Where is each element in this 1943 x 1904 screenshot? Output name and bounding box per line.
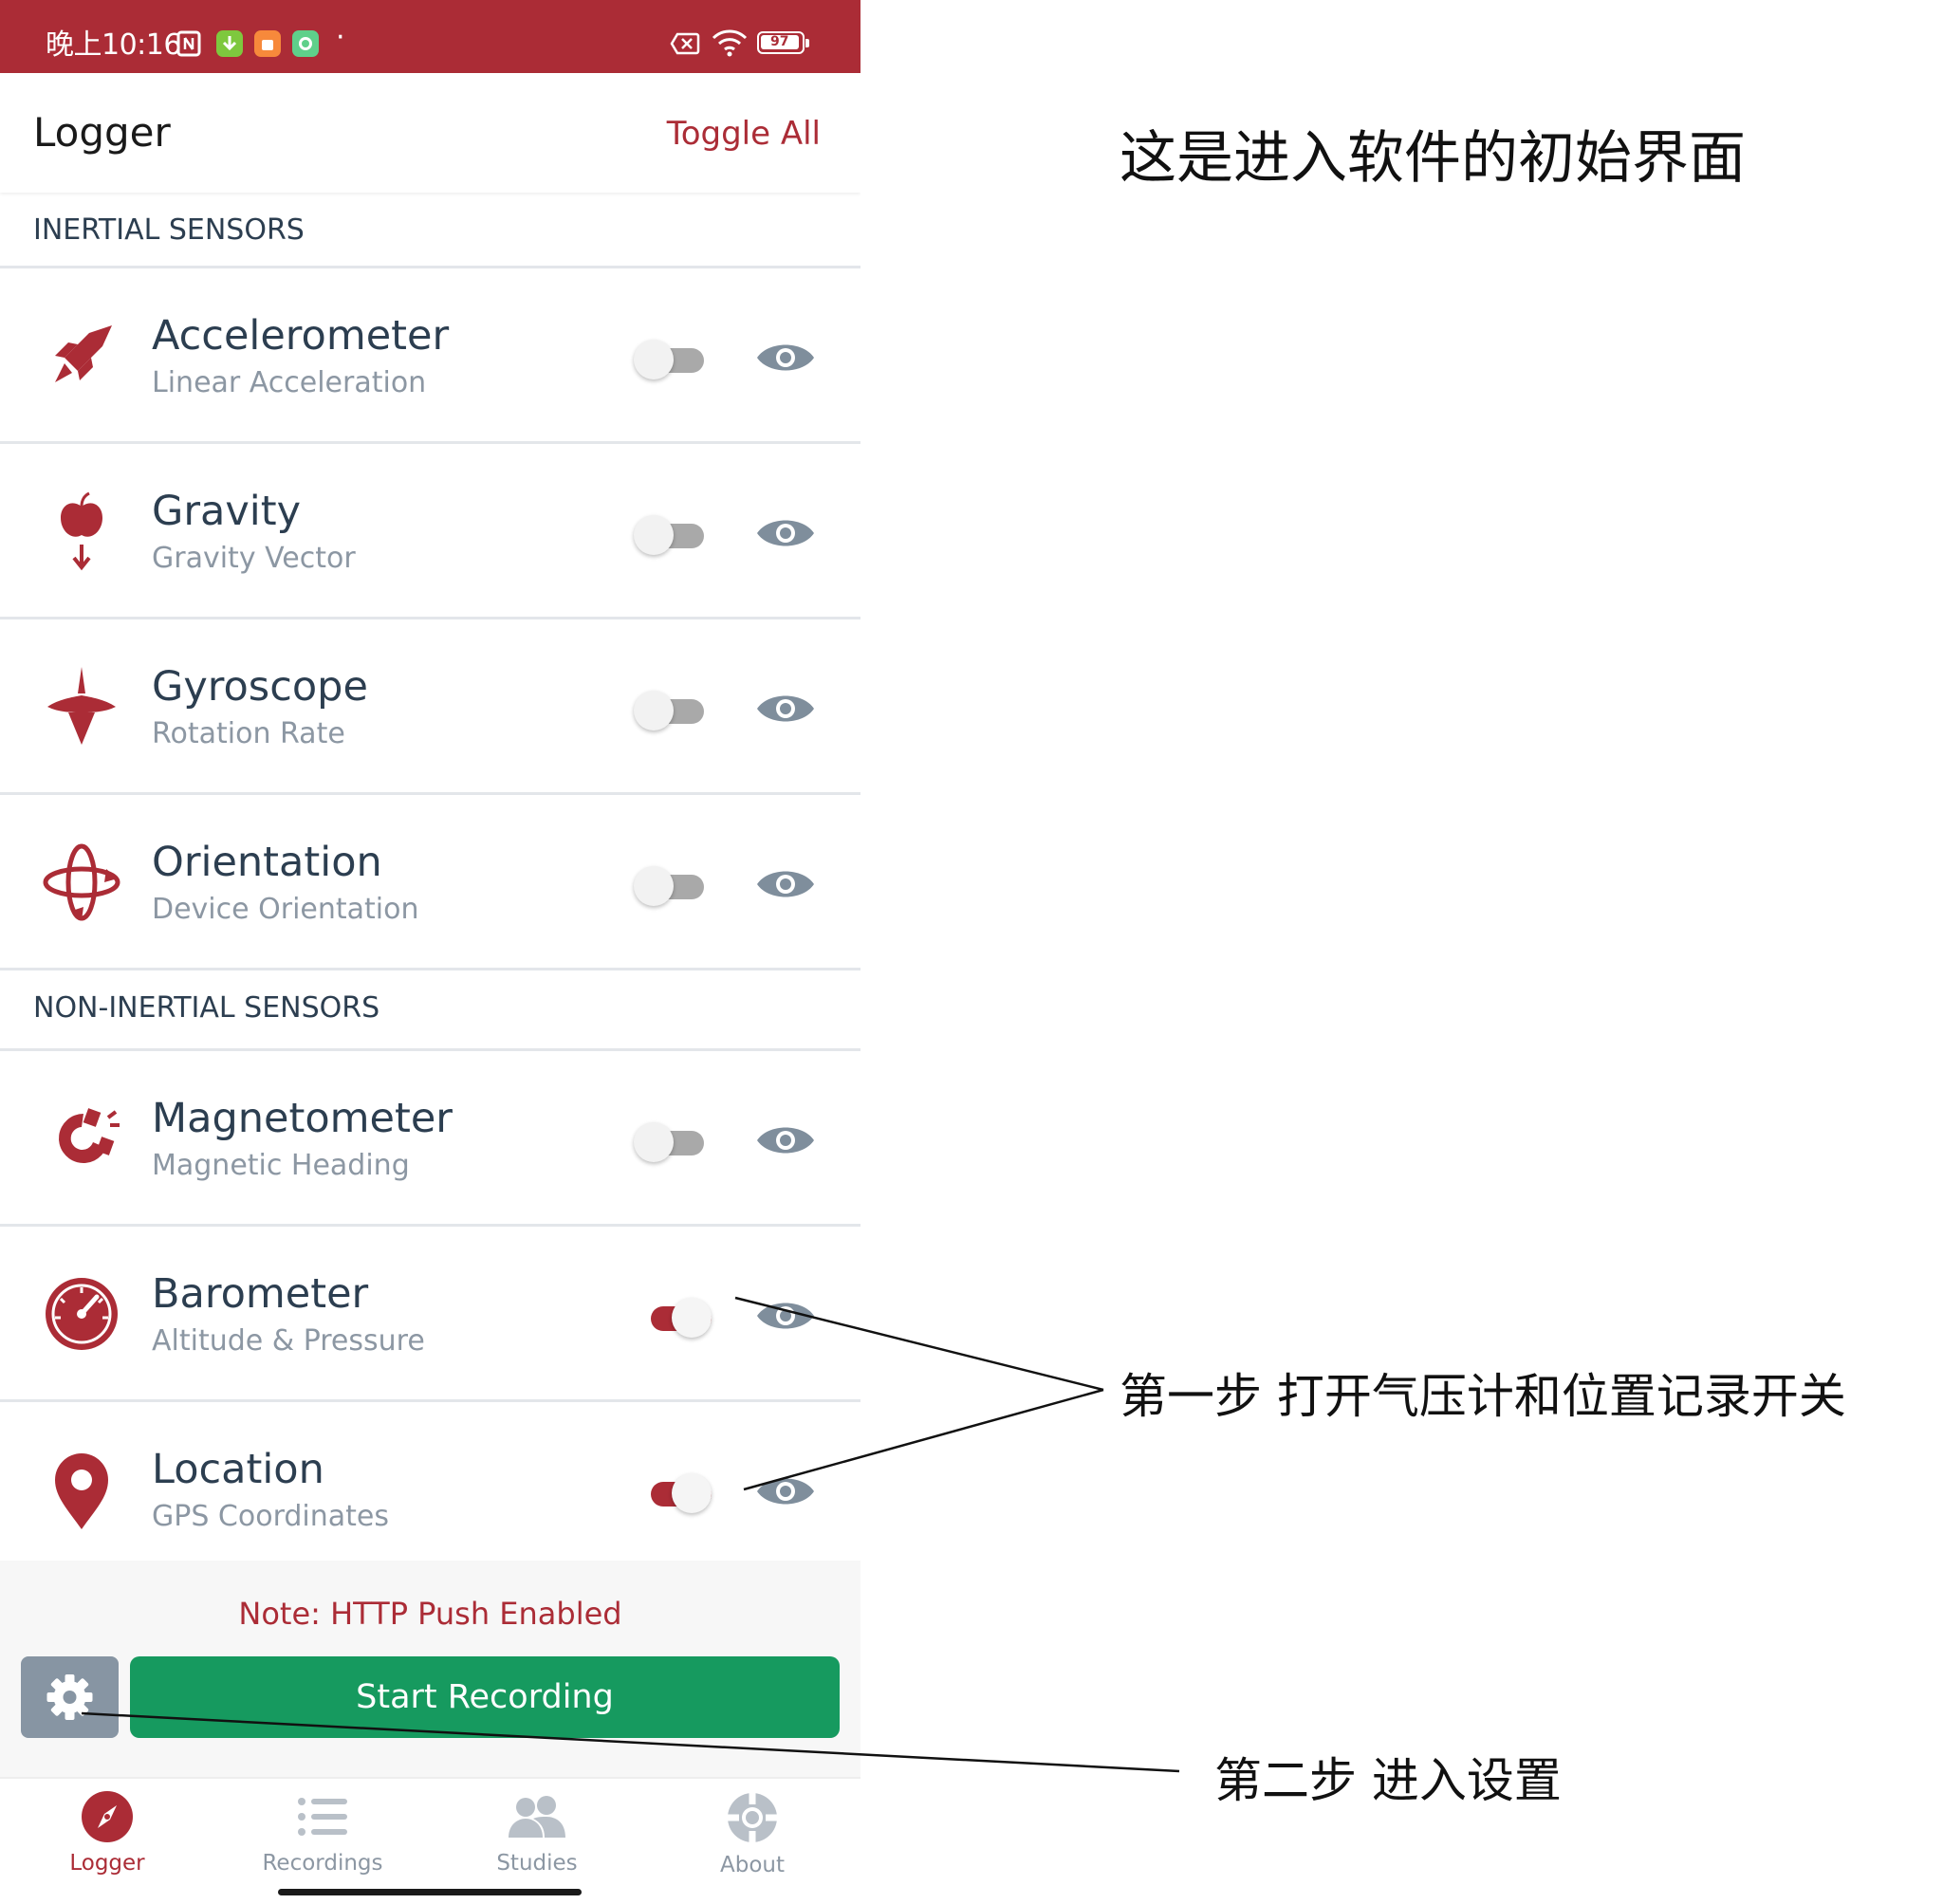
lifebuoy-icon [728, 1793, 777, 1842]
battery-indicator: 97 [757, 31, 809, 54]
gear-icon [46, 1674, 93, 1720]
sim-card-icon [670, 32, 700, 55]
nav-item-logger[interactable]: Logger [12, 1790, 202, 1895]
nfc-icon [176, 30, 201, 57]
apple-icon [61, 491, 102, 571]
gyroscope-toggle[interactable] [634, 691, 710, 730]
sensor-row-magnetometer[interactable]: Magnetometer Magnetic Heading [0, 1051, 860, 1227]
sensor-row-gyroscope[interactable]: Gyroscope Rotation Rate [0, 619, 860, 795]
status-time: 晚上10:16 [46, 28, 181, 62]
home-indicator [278, 1889, 582, 1895]
start-recording-button[interactable]: Start Recording [130, 1656, 840, 1738]
eye-icon[interactable] [755, 1119, 816, 1161]
settings-button[interactable] [21, 1656, 119, 1738]
sensor-title: Orientation [152, 839, 382, 886]
section-header-non-inertial: NON-INERTIAL SENSORS [0, 970, 860, 1051]
magnetometer-toggle[interactable] [634, 1122, 710, 1162]
recording-controls: Note: HTTP Push Enabled Start Recording [0, 1561, 860, 1777]
sensor-subtitle: GPS Coordinates [152, 1500, 390, 1533]
sensor-subtitle: Rotation Rate [152, 717, 345, 750]
sensor-row-barometer[interactable]: Barometer Altitude & Pressure [0, 1227, 860, 1402]
sensor-title: Gyroscope [152, 663, 368, 711]
sensor-subtitle: Linear Acceleration [152, 366, 427, 399]
status-bar: 晚上10:16 · 97 [0, 0, 860, 73]
http-push-note: Note: HTTP Push Enabled [238, 1596, 622, 1632]
section-title: NON-INERTIAL SENSORS [33, 991, 380, 1025]
orientation-toggle[interactable] [634, 866, 710, 906]
nav-label: Logger [69, 1851, 145, 1876]
eye-icon[interactable] [755, 688, 816, 730]
sensor-subtitle: Magnetic Heading [152, 1149, 410, 1182]
gauge-icon [46, 1278, 118, 1350]
shopping-app-icon [254, 30, 281, 57]
bottom-nav: Logger Recordings Studies About [0, 1777, 860, 1904]
nav-item-recordings[interactable]: Recordings [228, 1790, 417, 1895]
eye-icon[interactable] [755, 1295, 816, 1337]
chat-app-icon [292, 30, 319, 57]
compass-icon [82, 1791, 133, 1842]
sensor-row-accelerometer[interactable]: Accelerometer Linear Acceleration [0, 268, 860, 444]
nav-label: Studies [496, 1851, 578, 1876]
rocket-icon [55, 325, 112, 382]
sensor-subtitle: Gravity Vector [152, 542, 356, 575]
annotation-step1: 第一步 打开气压计和位置记录开关 [1120, 1369, 1846, 1424]
eye-icon[interactable] [755, 337, 816, 379]
download-app-icon [216, 30, 243, 57]
orientation-icon [43, 843, 120, 921]
app-header: Logger Toggle All [0, 73, 860, 193]
sensor-title: Barometer [152, 1270, 369, 1318]
status-dot: · [336, 21, 345, 54]
users-icon [509, 1796, 565, 1838]
location-toggle[interactable] [634, 1473, 712, 1513]
magnet-icon [59, 1108, 120, 1163]
nav-item-studies[interactable]: Studies [442, 1790, 632, 1895]
phone-screen: 晚上10:16 · 97 Logger Toggle All INERTIAL … [0, 0, 860, 1904]
sensor-row-location[interactable]: Location GPS Coordinates [0, 1402, 860, 1578]
sensor-row-orientation[interactable]: Orientation Device Orientation [0, 795, 860, 970]
sensor-subtitle: Altitude & Pressure [152, 1324, 425, 1358]
map-pin-icon [55, 1453, 108, 1529]
eye-icon[interactable] [755, 863, 816, 905]
annotation-main: 这是进入软件的初始界面 [1120, 125, 1746, 192]
toggle-all-button[interactable]: Toggle All [667, 115, 821, 153]
spinning-top-icon [47, 667, 116, 745]
eye-icon[interactable] [755, 1470, 816, 1512]
sensor-title: Gravity [152, 488, 302, 535]
sensor-title: Magnetometer [152, 1095, 453, 1142]
sensor-title: Location [152, 1446, 324, 1493]
battery-level: 97 [770, 34, 789, 49]
nav-label: Recordings [262, 1851, 383, 1876]
sensor-row-gravity[interactable]: Gravity Gravity Vector [0, 444, 860, 619]
wifi-icon [712, 29, 748, 57]
section-title: INERTIAL SENSORS [33, 213, 305, 247]
nav-item-about[interactable]: About [657, 1790, 847, 1895]
accelerometer-toggle[interactable] [634, 340, 710, 379]
sensor-subtitle: Device Orientation [152, 893, 419, 926]
eye-icon[interactable] [755, 512, 816, 554]
section-header-inertial: INERTIAL SENSORS [0, 193, 860, 268]
nav-label: About [719, 1853, 785, 1877]
sensor-title: Accelerometer [152, 312, 450, 360]
gravity-toggle[interactable] [634, 515, 710, 555]
page-title: Logger [33, 109, 171, 156]
barometer-toggle[interactable] [634, 1298, 712, 1338]
list-icon [298, 1798, 347, 1836]
annotation-step2: 第二步 进入设置 [1214, 1753, 1562, 1808]
